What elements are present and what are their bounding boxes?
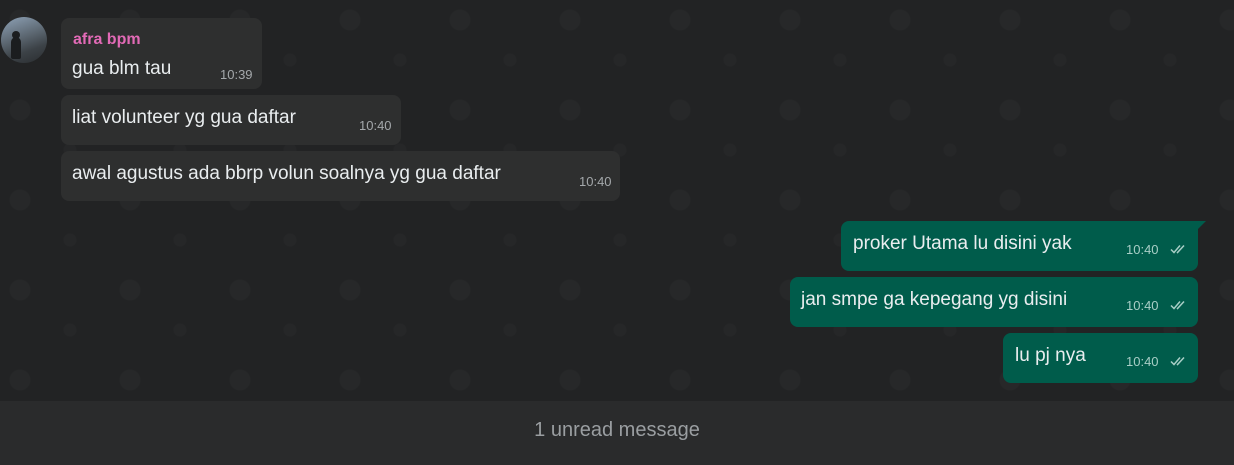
outgoing-message[interactable]: jan smpe ga kepegang yg disini 10:40 [790, 277, 1198, 327]
message-text: proker Utama lu disini yak [853, 233, 1072, 254]
unread-divider: 1 unread message [0, 401, 1234, 465]
message-time: 10:40 [1126, 298, 1159, 313]
avatar-figure-body [11, 37, 21, 59]
message-text: gua blm tau [72, 58, 172, 79]
message-text: jan smpe ga kepegang yg disini [801, 289, 1068, 310]
outgoing-message[interactable]: lu pj nya 10:40 [1003, 333, 1198, 383]
bubble-tail [1196, 221, 1206, 231]
incoming-message[interactable]: awal agustus ada bbrp volun soalnya yg g… [61, 151, 620, 201]
double-check-icon [1170, 244, 1185, 254]
message-time: 10:39 [220, 67, 253, 82]
incoming-message[interactable]: liat volunteer yg gua daftar 10:40 [61, 95, 401, 145]
message-text: lu pj nya [1015, 345, 1086, 366]
message-text: awal agustus ada bbrp volun soalnya yg g… [72, 163, 501, 184]
unread-label: 1 unread message [534, 419, 700, 441]
sender-avatar[interactable] [1, 17, 47, 63]
incoming-message[interactable]: afra bpm gua blm tau 10:39 [61, 18, 262, 89]
message-time: 10:40 [1126, 242, 1159, 257]
message-time: 10:40 [579, 174, 612, 189]
outgoing-message[interactable]: proker Utama lu disini yak 10:40 [841, 221, 1206, 271]
message-time: 10:40 [1126, 354, 1159, 369]
double-check-icon [1170, 300, 1185, 310]
sender-name[interactable]: afra bpm [73, 31, 141, 49]
message-time: 10:40 [359, 118, 392, 133]
message-text: liat volunteer yg gua daftar [72, 107, 296, 128]
double-check-icon [1170, 356, 1185, 366]
